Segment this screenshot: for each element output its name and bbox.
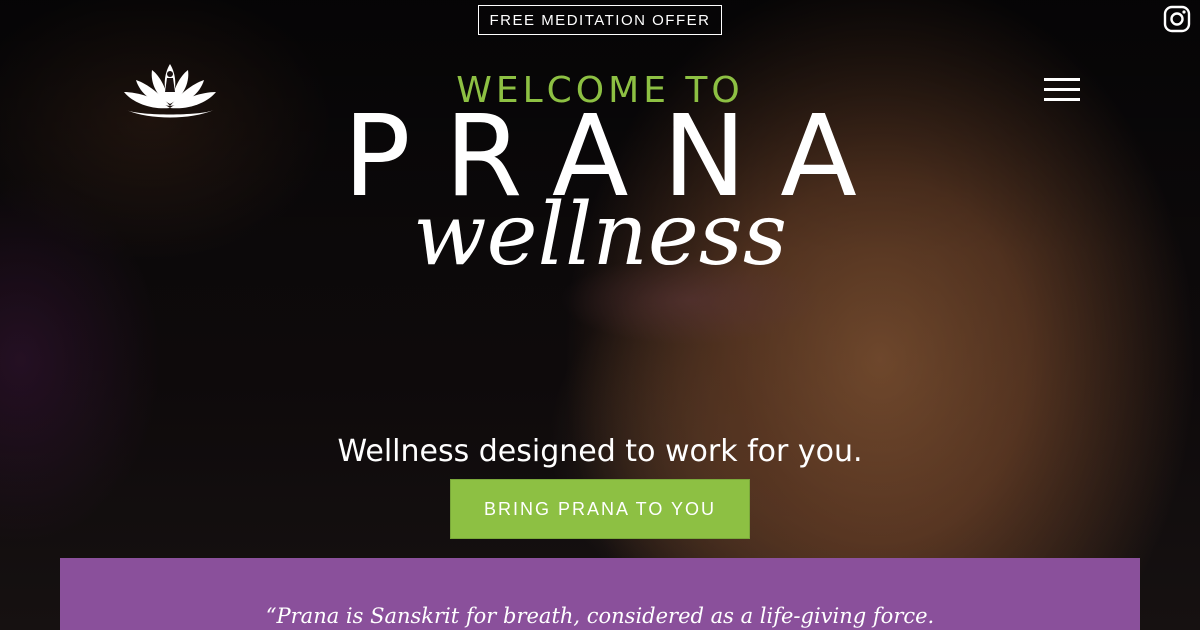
free-meditation-offer-button[interactable]: FREE MEDITATION OFFER xyxy=(478,5,722,35)
bring-prana-to-you-button[interactable]: BRING PRANA TO YOU xyxy=(450,479,750,539)
hero-tagline: Wellness designed to work for you. xyxy=(337,434,863,469)
quote-panel: “Prana is Sanskrit for breath, considere… xyxy=(60,558,1140,630)
prana-quote: “Prana is Sanskrit for breath, considere… xyxy=(265,604,935,628)
instagram-icon[interactable] xyxy=(1163,5,1191,33)
brand-subtitle-wellness: wellness xyxy=(412,185,788,285)
